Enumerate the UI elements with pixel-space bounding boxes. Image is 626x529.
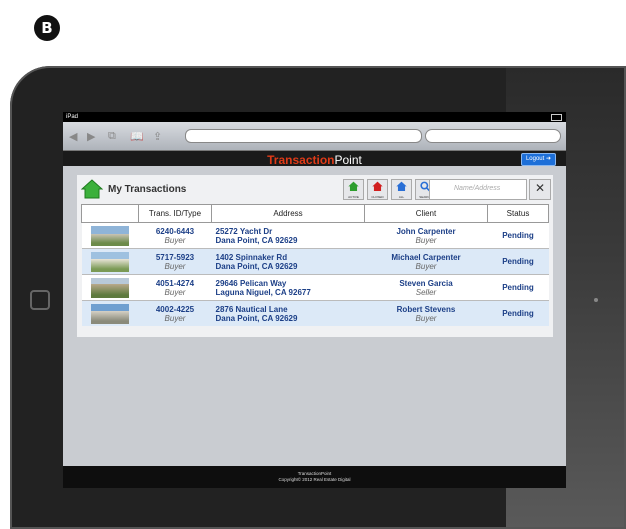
table-row[interactable]: 4051-4274 Buyer 29646 Pelican Way Laguna N…	[81, 274, 549, 301]
address-line2: Dana Point, CA 92629	[215, 261, 298, 271]
home-button[interactable]	[30, 290, 50, 310]
address-line2: Laguna Niguel, CA 92677	[215, 287, 311, 297]
closed-filter-button[interactable]: CLOSED	[367, 179, 388, 200]
logout-button[interactable]: Logout ➜	[520, 153, 556, 166]
battery-icon	[551, 114, 562, 121]
trans-id: 4051-4274	[155, 278, 195, 288]
page-title: My Transactions	[108, 184, 187, 195]
forward-arrow-icon[interactable]: ▶	[87, 130, 95, 143]
client-name: Steven Garcia	[399, 278, 453, 288]
trans-id: 4002-4225	[155, 304, 195, 314]
url-field[interactable]	[185, 129, 422, 143]
status-text: Pending	[487, 300, 549, 326]
back-arrow-icon[interactable]: ◀	[69, 130, 77, 143]
camera-dot	[594, 298, 598, 302]
address-line1: 29646 Pelican Way	[215, 278, 287, 288]
table-row[interactable]: 5717-5923 Buyer 1402 Spinnaker Rd Dana Poi…	[81, 248, 549, 275]
col-header-client[interactable]: Client	[364, 204, 488, 223]
browser-search-field[interactable]	[425, 129, 561, 143]
house-blue-icon	[396, 181, 407, 192]
house-green-icon	[348, 181, 359, 192]
table-row[interactable]: 6240-6443 Buyer 25272 Yacht Dr Dana Point,…	[81, 222, 549, 249]
col-header-address[interactable]: Address	[211, 204, 365, 223]
house-photo	[91, 277, 129, 298]
bookmarks-icon[interactable]: 📖	[130, 130, 144, 143]
client-role: Seller	[415, 287, 437, 297]
all-filter-button[interactable]: ALL	[391, 179, 412, 200]
trans-type: Buyer	[164, 261, 186, 271]
col-header-id[interactable]: Trans. ID/Type	[138, 204, 212, 223]
trans-type: Buyer	[164, 235, 186, 245]
app-header: TransactionPoint Logout ➜	[63, 151, 566, 167]
name-address-input[interactable]: Name/Address	[429, 179, 527, 200]
close-icon: ✕	[534, 181, 546, 195]
panel-header: My Transactions ACTIVE CLOSED ALL SEARCH	[81, 179, 551, 201]
app-footer: TransactionPoint Copyright© 2012 Real Es…	[63, 466, 566, 488]
col-header-status[interactable]: Status	[487, 204, 549, 223]
active-filter-button[interactable]: ACTIVE	[343, 179, 364, 200]
status-text: Pending	[487, 274, 549, 301]
figure-label-badge: B	[34, 15, 60, 41]
client-role: Buyer	[415, 235, 437, 245]
ios-status-bar: iPad	[63, 112, 566, 122]
status-text: Pending	[487, 222, 549, 249]
transactions-panel: My Transactions ACTIVE CLOSED ALL SEARCH	[77, 175, 553, 337]
clear-button[interactable]: ✕	[529, 179, 551, 200]
trans-type: Buyer	[164, 313, 186, 323]
address-line2: Dana Point, CA 92629	[215, 235, 298, 245]
table-header-row: Trans. ID/Type Address Client Status	[81, 204, 549, 223]
footer-copyright: Copyright© 2012 Real Estate Digital	[278, 477, 351, 482]
house-red-icon	[372, 181, 383, 192]
trans-id: 5717-5923	[155, 252, 195, 262]
house-photo	[91, 225, 129, 246]
address-line1: 1402 Spinnaker Rd	[215, 252, 288, 262]
address-line1: 25272 Yacht Dr	[215, 226, 273, 236]
client-name: John Carpenter	[396, 226, 456, 236]
col-header-photo	[81, 204, 139, 223]
browser-toolbar: ◀ ▶ ⧉ 📖 ⇪	[63, 122, 566, 151]
trans-id: 6240-6443	[155, 226, 195, 236]
transactions-table: Trans. ID/Type Address Client Status 624…	[81, 204, 549, 326]
client-name: Robert Stevens	[396, 304, 456, 314]
house-photo	[91, 303, 129, 324]
client-role: Buyer	[415, 313, 437, 323]
tabs-icon[interactable]: ⧉	[108, 130, 116, 143]
house-photo	[91, 251, 129, 272]
app-logo: TransactionPoint	[267, 153, 362, 167]
trans-type: Buyer	[164, 287, 186, 297]
device-label: iPad	[66, 114, 79, 120]
table-row[interactable]: 4002-4225 Buyer 2876 Nautical Lane Dana Po…	[81, 300, 549, 326]
tablet-screen: iPad ◀ ▶ ⧉ 📖 ⇪ TransactionPoint Logout ➜…	[63, 112, 566, 488]
home-icon	[81, 179, 103, 199]
share-icon[interactable]: ⇪	[153, 130, 162, 143]
status-text: Pending	[487, 248, 549, 275]
client-name: Michael Carpenter	[391, 252, 461, 262]
address-line2: Dana Point, CA 92629	[215, 313, 298, 323]
address-line1: 2876 Nautical Lane	[215, 304, 288, 314]
client-role: Buyer	[415, 261, 437, 271]
